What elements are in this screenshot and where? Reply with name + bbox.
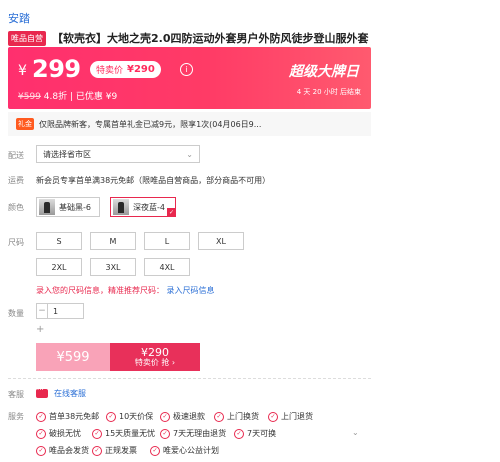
size-tip: 录入您的尺码信息，精准推荐尺码： 录入尺码信息	[36, 285, 215, 296]
region-select[interactable]: 请选择省市区 ⌄	[36, 145, 200, 163]
check-icon: ✓	[214, 411, 224, 422]
price-subline: ¥599 4.8折 | 已优惠 ¥9	[18, 89, 117, 102]
size-tip-text: 录入您的尺码信息，精准推荐尺码：	[36, 286, 164, 295]
size-label: 尺码	[8, 238, 24, 247]
service-item: ✓ 唯爱心公益计划	[150, 445, 219, 456]
size-tip-link[interactable]: 录入尺码信息	[167, 286, 215, 295]
freight-text: 新会员专享首单满38元免邮（限唯品自营商品，部分商品不可用）	[36, 176, 271, 185]
color-thumbnail	[39, 199, 55, 215]
service-label: 服务	[8, 412, 24, 421]
size-option-m[interactable]: M	[90, 232, 136, 250]
brand-link[interactable]: 安踏	[8, 10, 30, 26]
service-text: 正规发票	[105, 446, 137, 455]
buy-now-button[interactable]: ¥290 特卖价 抢 ›	[110, 343, 200, 371]
ship-label: 配送	[8, 151, 24, 160]
saved-amount: 已优惠 ¥9	[75, 92, 118, 102]
check-icon: ✓	[150, 445, 160, 456]
check-icon: ✓	[268, 411, 278, 422]
current-price: 299	[32, 55, 81, 83]
expand-services-icon[interactable]: ⌄	[352, 428, 359, 437]
color-option-label: 深夜蓝-4	[133, 202, 165, 212]
qty-plus-button[interactable]: +	[36, 324, 44, 335]
coupon-row[interactable]: 礼金 仅限品牌新客，专属首单礼金已减9元，限享1次(04月06日9...	[8, 112, 371, 136]
color-thumbnail	[113, 199, 129, 215]
countdown-text: 4 天 20 小时 后结束	[296, 88, 361, 96]
buy-price: ¥290	[141, 345, 169, 359]
qty-minus-button[interactable]: −	[36, 303, 48, 319]
service-text: 10天价保	[119, 412, 154, 421]
original-price: ¥599	[18, 92, 41, 102]
service-text: 首单38元免邮	[49, 412, 100, 421]
qty-label: 数量	[8, 309, 24, 318]
service-item: ✓ 7天无理由退货	[160, 428, 226, 439]
service-text: 破损无忧	[49, 429, 81, 438]
service-text: 15天质量无忧	[105, 429, 156, 438]
service-item: ✓ 10天价保	[106, 411, 153, 422]
service-text: 7天无理由退货	[173, 429, 227, 438]
check-icon: ✓	[160, 411, 170, 422]
service-text: 上门退货	[281, 412, 313, 421]
quantity-stepper: − 1	[36, 303, 84, 319]
coupon-text: 仅限品牌新客，专属首单礼金已减9元，限享1次(04月06日9...	[39, 119, 262, 129]
check-icon: ✓	[36, 411, 46, 422]
service-text: 极速退款	[173, 412, 205, 421]
region-select-value: 请选择省市区	[43, 149, 91, 159]
product-title: 【软壳衣】大地之壳2.0四防运动外套男户外防风徒步登山服外套	[52, 32, 369, 45]
sale-price-pill: 特卖价 ¥290	[90, 61, 161, 78]
service-item: ✓ 15天质量无忧	[92, 428, 155, 439]
product-title-row: 唯品自营 【软壳衣】大地之壳2.0四防运动外套男户外防风徒步登山服外套	[8, 30, 368, 46]
service-text: 上门换货	[227, 412, 259, 421]
buy-action: 特卖价 抢 ›	[134, 357, 176, 367]
chevron-down-icon: ⌄	[186, 149, 193, 159]
service-text: 唯品会发货	[49, 446, 89, 455]
discount-rate: 4.8折	[43, 92, 68, 102]
check-icon: ✓	[36, 445, 46, 456]
currency-symbol: ¥	[18, 63, 27, 79]
service-item: ✓ 上门退货	[268, 411, 313, 422]
chat-icon	[36, 386, 48, 398]
color-label: 颜色	[8, 203, 24, 212]
size-option-l[interactable]: L	[144, 232, 190, 250]
online-service[interactable]: 在线客服	[36, 386, 86, 399]
service-item: ✓ 7天可换	[234, 428, 276, 439]
service-item: ✓ 正规发票	[92, 445, 137, 456]
service-text: 7天可换	[247, 429, 277, 438]
self-operated-badge: 唯品自营	[8, 30, 46, 46]
buy-original-price-button[interactable]: ¥599	[36, 343, 110, 371]
check-icon: ✓	[160, 428, 170, 439]
sale-price-value: ¥290	[127, 64, 155, 75]
sale-price-label: 特卖价	[96, 66, 124, 76]
service-text: 唯爱心公益计划	[163, 446, 219, 455]
service-item: ✓ 破损无忧	[36, 428, 81, 439]
check-icon: ✓	[234, 428, 244, 439]
color-option-label: 基础黑-6	[59, 202, 91, 212]
qty-input[interactable]: 1	[48, 303, 84, 319]
size-option-2xl[interactable]: 2XL	[36, 258, 82, 276]
price-separator: |	[69, 92, 74, 102]
divider	[8, 378, 371, 379]
service-item: ✓ 唯品会发货	[36, 445, 89, 456]
check-icon: ✓	[92, 445, 102, 456]
check-icon: ✓	[92, 428, 102, 439]
freight-label: 运费	[8, 176, 24, 185]
size-option-xl[interactable]: XL	[198, 232, 244, 250]
check-icon: ✓	[106, 411, 116, 422]
price-banner: ¥ 299 特卖价 ¥290 i ¥599 4.8折 | 已优惠 ¥9 超级大牌…	[8, 47, 371, 109]
color-option-black[interactable]: 基础黑-6	[36, 197, 100, 217]
info-icon[interactable]: i	[180, 63, 193, 76]
service-item: ✓ 极速退款	[160, 411, 205, 422]
coupon-badge: 礼金	[16, 118, 34, 130]
service-item: ✓ 上门换货	[214, 411, 259, 422]
chat-label: 客服	[8, 390, 24, 399]
service-item: ✓ 首单38元免邮	[36, 411, 99, 422]
super-brand-day-label: 超级大牌日	[289, 64, 359, 80]
check-icon: ✓	[36, 428, 46, 439]
size-option-4xl[interactable]: 4XL	[144, 258, 190, 276]
size-option-s[interactable]: S	[36, 232, 82, 250]
online-service-link[interactable]: 在线客服	[54, 388, 86, 399]
color-option-navy[interactable]: 深夜蓝-4	[110, 197, 176, 217]
size-option-3xl[interactable]: 3XL	[90, 258, 136, 276]
